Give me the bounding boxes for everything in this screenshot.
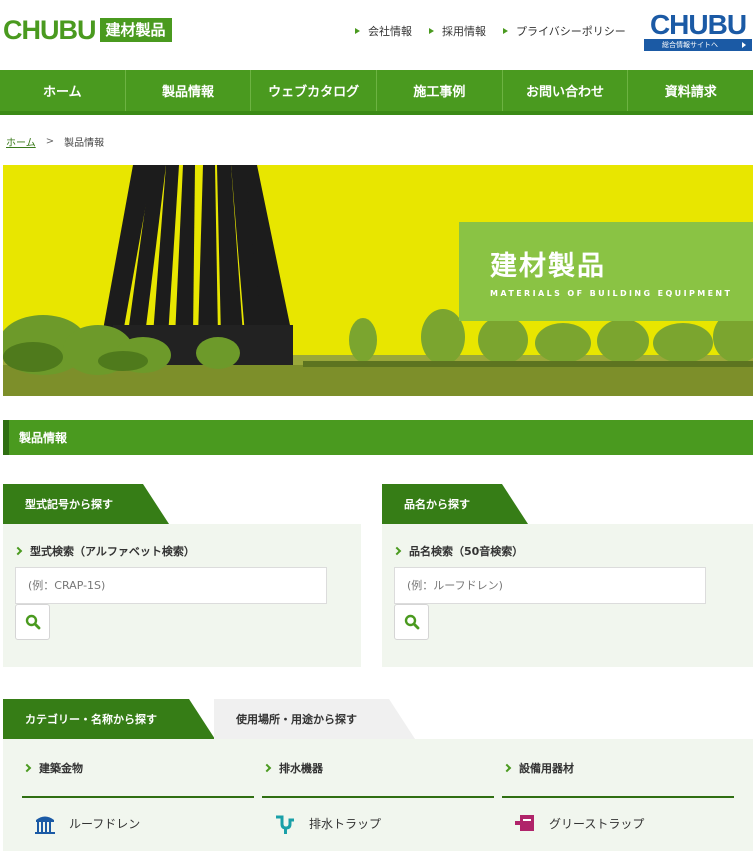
hero-banner: 建材製品 MATERIALS OF BUILDING EQUIPMENT (3, 165, 753, 396)
name-search-button[interactable] (394, 604, 429, 640)
arrow-right-icon (742, 42, 746, 48)
toplink-label: 採用情報 (442, 25, 486, 38)
toplink-label: プライバシーポリシー (516, 25, 626, 38)
corp-logo-bar: 総合情報サイトへ (644, 39, 752, 51)
corp-logo-text: CHUBU (649, 9, 747, 40)
nav-request-docs[interactable]: 資料請求 (628, 70, 753, 111)
nav-products[interactable]: 製品情報 (126, 70, 252, 111)
section-title: 製品情報 (3, 420, 753, 455)
category-item-label: グリーストラップ (549, 816, 645, 831)
category-heading: 排水機器 (262, 739, 494, 798)
chevron-right-icon (13, 546, 23, 556)
model-search-label-text: 型式検索（アルファベット検索） (30, 545, 195, 558)
arrow-right-icon (429, 28, 434, 34)
nav-contact[interactable]: お問い合わせ (503, 70, 629, 111)
corporate-site-link[interactable]: CHUBU 総合情報サイトへ (644, 11, 752, 52)
category-item-drain-trap[interactable]: 排水トラップ (262, 798, 494, 848)
roof-drain-icon (34, 812, 56, 834)
toplink-label: 会社情報 (368, 25, 412, 38)
category-item-label: ルーフドレン (69, 816, 141, 831)
category-heading: 設備用器材 (502, 739, 734, 798)
name-search-label-text: 品名検索（50音検索） (409, 545, 524, 558)
nav-home[interactable]: ホーム (0, 70, 126, 111)
hero-subtitle: MATERIALS OF BUILDING EQUIPMENT (490, 289, 733, 298)
name-search-input[interactable] (394, 567, 706, 604)
category-panel: 建築金物 ルーフドレン 排水機器 排水トラップ 設備用器材 グリーストラップ (3, 739, 753, 851)
search-icon (25, 614, 40, 630)
category-item-roof-drain[interactable]: ルーフドレン (22, 798, 254, 848)
category-column: 建築金物 ルーフドレン (22, 739, 254, 848)
grease-trap-icon (514, 812, 536, 834)
category-heading-text: 排水機器 (279, 761, 323, 775)
category-column: 排水機器 排水トラップ (262, 739, 494, 848)
chevron-right-icon (262, 763, 272, 772)
model-search-button[interactable] (15, 604, 50, 640)
category-heading: 建築金物 (22, 739, 254, 798)
category-item-label: 排水トラップ (309, 816, 382, 831)
top-links: 会社情報 採用情報 プライバシーポリシー (355, 23, 643, 39)
tab-category[interactable]: カテゴリー・名称から探す (3, 699, 215, 739)
hero-title: 建材製品 (490, 251, 606, 282)
search-icon (404, 614, 419, 630)
category-column: 設備用器材 グリーストラップ (502, 739, 734, 848)
category-heading-text: 建築金物 (39, 761, 83, 775)
logo-text: CHUBU (3, 14, 96, 45)
hero-title-box: 建材製品 MATERIALS OF BUILDING EQUIPMENT (459, 222, 753, 321)
header: CHUBU 建材製品 会社情報 採用情報 プライバシーポリシー CHUBU 総合… (0, 0, 753, 70)
chevron-right-icon (502, 763, 512, 772)
main-nav: ホーム 製品情報 ウェブカタログ 施工事例 お問い合わせ 資料請求 (0, 70, 753, 115)
nav-web-catalog[interactable]: ウェブカタログ (251, 70, 378, 111)
nav-case-studies[interactable]: 施工事例 (377, 70, 503, 111)
toplink-privacy[interactable]: プライバシーポリシー (503, 23, 626, 39)
breadcrumb-separator: > (45, 136, 55, 147)
name-search-panel: 品名検索（50音検索） (382, 524, 753, 667)
name-search-label: 品名検索（50音検索） (392, 543, 524, 559)
category-item-grease-trap[interactable]: グリーストラップ (502, 798, 734, 848)
tab-name-search: 品名から探す (382, 484, 528, 524)
breadcrumb-home[interactable]: ホーム (6, 134, 36, 149)
logo-badge: 建材製品 (99, 18, 172, 42)
tab-usage[interactable]: 使用場所・用途から探す (214, 699, 415, 739)
breadcrumb-current: 製品情報 (64, 138, 105, 149)
corp-sub-label: 総合情報サイトへ (662, 41, 718, 49)
chevron-right-icon (22, 763, 32, 772)
model-search-input[interactable] (15, 567, 327, 604)
site-logo[interactable]: CHUBU 建材製品 (3, 14, 172, 45)
arrow-right-icon (355, 28, 360, 34)
model-search-panel: 型式検索（アルファベット検索） (3, 524, 361, 667)
category-heading-text: 設備用器材 (519, 761, 574, 775)
toplink-recruit[interactable]: 採用情報 (429, 23, 486, 39)
model-search-label: 型式検索（アルファベット検索） (13, 543, 195, 559)
arrow-right-icon (503, 28, 508, 34)
chevron-right-icon (392, 546, 402, 556)
drain-trap-icon (274, 812, 296, 834)
breadcrumb: ホーム > 製品情報 (6, 134, 104, 149)
toplink-company[interactable]: 会社情報 (355, 23, 412, 39)
tab-model-search: 型式記号から探す (3, 484, 169, 524)
